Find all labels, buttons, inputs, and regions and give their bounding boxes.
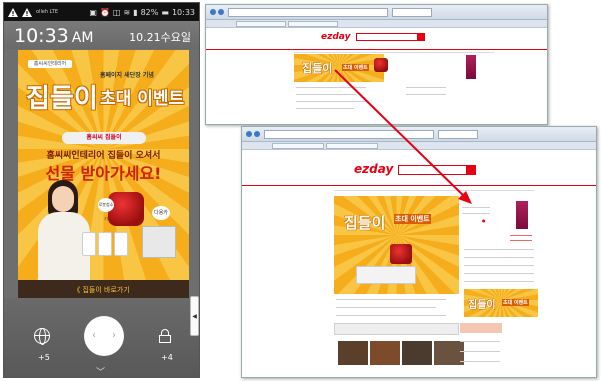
screenshot-stage: olleh LTE ▣ ⏰ ◫ ≋ ▮ 82% ▬ 10:33 10:33 AM … [0, 0, 601, 381]
red-arrow [334, 69, 472, 204]
